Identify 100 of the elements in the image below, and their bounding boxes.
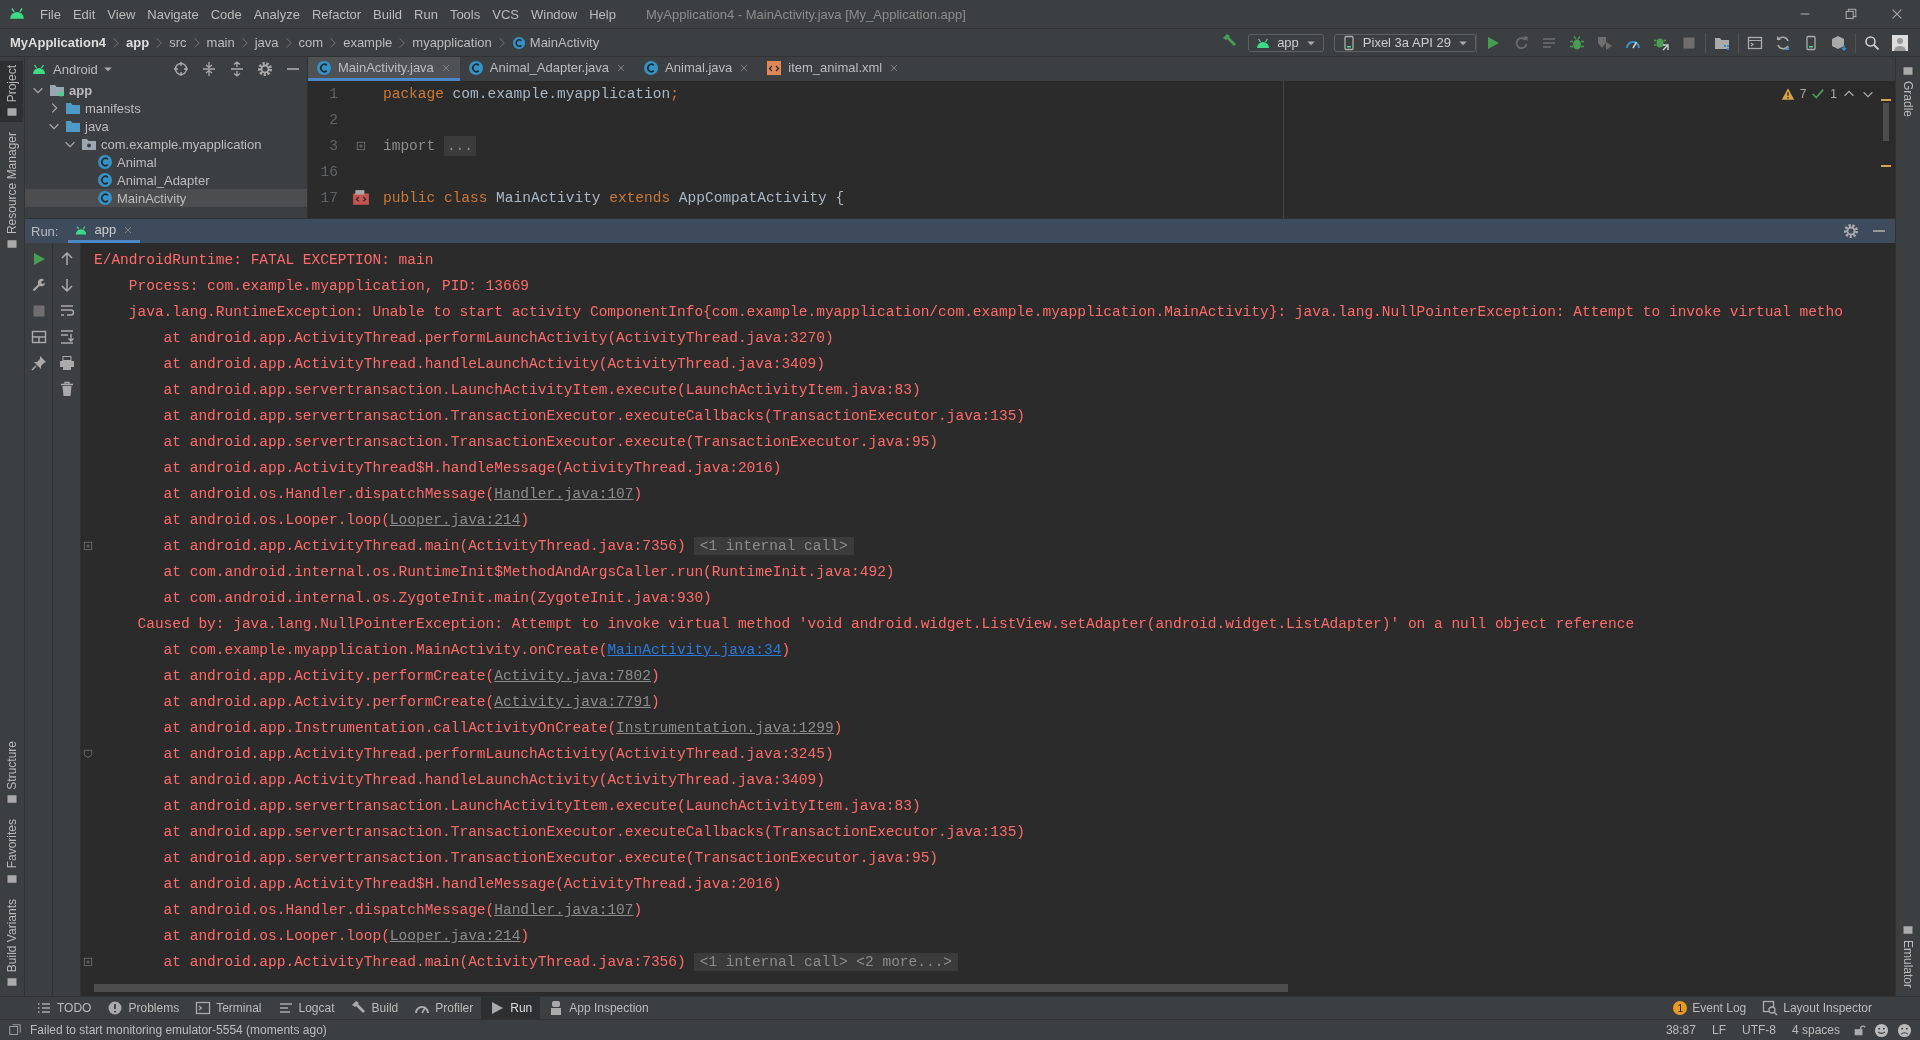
- editor-tab[interactable]: Animal.java: [635, 57, 759, 81]
- pin-icon[interactable]: [30, 355, 47, 371]
- run-config-dropdown[interactable]: app: [1248, 33, 1324, 52]
- menu-item[interactable]: Analyze: [247, 4, 306, 24]
- breadcrumb[interactable]: myapplication: [412, 35, 492, 50]
- trash-icon[interactable]: [58, 381, 75, 397]
- fold-icon[interactable]: [81, 956, 94, 968]
- tool-window-tab[interactable]: Build: [342, 997, 407, 1019]
- bug-icon[interactable]: [1569, 34, 1585, 51]
- menu-item[interactable]: Build: [367, 4, 408, 24]
- expand-all-icon[interactable]: [201, 61, 217, 77]
- breadcrumb[interactable]: app: [126, 35, 150, 50]
- cube-icon[interactable]: [1831, 34, 1847, 51]
- fold-icon[interactable]: [81, 748, 94, 760]
- printer-icon[interactable]: [58, 355, 75, 371]
- settings-icon[interactable]: [257, 61, 273, 77]
- hammer-icon[interactable]: [1222, 33, 1239, 49]
- source-link[interactable]: Looper.java:214: [389, 928, 521, 944]
- status-item[interactable]: 4 spaces: [1787, 1023, 1844, 1037]
- tool-window-tab[interactable]: Run: [481, 997, 541, 1019]
- menu-item[interactable]: Window: [524, 4, 584, 24]
- breadcrumb[interactable]: java: [254, 35, 279, 50]
- tool-window-tab[interactable]: Favorites: [0, 815, 23, 889]
- status-item[interactable]: 38:87: [1661, 1023, 1700, 1037]
- tool-window-tab[interactable]: Layout Inspector: [1754, 997, 1880, 1019]
- breadcrumb[interactable]: example: [343, 35, 393, 50]
- collapse-all-icon[interactable]: [229, 61, 245, 77]
- menu-item[interactable]: VCS: [486, 4, 525, 24]
- warning-count[interactable]: 7: [1799, 87, 1807, 101]
- tool-window-tab[interactable]: Problems: [99, 997, 188, 1019]
- menu-item[interactable]: Code: [204, 4, 248, 24]
- tool-window-tab[interactable]: Terminal: [187, 997, 270, 1019]
- tool-window-tab[interactable]: Gradle: [1896, 61, 1919, 122]
- menu-item[interactable]: Help: [583, 4, 622, 24]
- window-icon[interactable]: [1747, 34, 1763, 51]
- search-icon[interactable]: [1864, 34, 1880, 51]
- tree-item[interactable]: manifests: [25, 99, 307, 117]
- menu-item[interactable]: Tools: [443, 4, 487, 24]
- breadcrumb[interactable]: MyApplication4: [10, 35, 107, 50]
- fold-icon[interactable]: [81, 540, 94, 552]
- folded-calls[interactable]: <1 internal call>: [693, 537, 854, 555]
- smiley-icon[interactable]: [1874, 1022, 1889, 1038]
- source-link[interactable]: MainActivity.java:34: [607, 642, 782, 658]
- tree-item[interactable]: Animal: [25, 153, 307, 171]
- passed-count[interactable]: 1: [1830, 87, 1837, 101]
- tree-item[interactable]: com.example.myapplication: [25, 135, 307, 153]
- tree-item[interactable]: java: [25, 117, 307, 135]
- tool-window-tab[interactable]: Structure: [0, 736, 23, 810]
- tree-item[interactable]: MainActivity: [25, 189, 307, 207]
- crosshair-icon[interactable]: [173, 61, 189, 77]
- phone-icon[interactable]: [1803, 34, 1819, 51]
- menu-item[interactable]: Edit: [66, 4, 102, 24]
- tree-item[interactable]: app: [25, 81, 307, 99]
- menu-item[interactable]: View: [101, 4, 142, 24]
- warning-marker[interactable]: [1881, 99, 1891, 101]
- sync-icon[interactable]: [1775, 34, 1791, 51]
- breadcrumb[interactable]: com: [298, 35, 324, 50]
- sad-face-icon[interactable]: [1897, 1022, 1912, 1038]
- lock-icon[interactable]: [1852, 1023, 1866, 1037]
- scrollbar[interactable]: [94, 984, 1288, 992]
- tool-windows-icon[interactable]: [8, 1023, 22, 1037]
- source-link[interactable]: Activity.java:7802: [494, 668, 651, 684]
- status-item[interactable]: UTF-8: [1737, 1023, 1780, 1037]
- scroll-to-end-icon[interactable]: [58, 329, 75, 345]
- warning-marker[interactable]: [1881, 165, 1891, 167]
- arrow-down-icon[interactable]: [58, 277, 75, 293]
- source-link[interactable]: Handler.java:107: [494, 902, 634, 918]
- tool-window-tab[interactable]: Project: [0, 61, 23, 123]
- avatar-icon[interactable]: [1892, 34, 1908, 51]
- menu-item[interactable]: File: [34, 4, 67, 24]
- tool-window-tab[interactable]: Resource Manager: [0, 128, 23, 255]
- tool-window-tab[interactable]: App Inspection: [540, 997, 657, 1019]
- source-link[interactable]: Handler.java:107: [494, 486, 634, 502]
- menu-item[interactable]: Refactor: [305, 4, 368, 24]
- view-selector[interactable]: Android: [53, 61, 114, 77]
- tool-window-tab[interactable]: TODO: [28, 997, 100, 1019]
- breadcrumb[interactable]: src: [169, 35, 187, 50]
- scrollbar[interactable]: [1883, 103, 1889, 141]
- restore-window-icon[interactable]: [1844, 7, 1858, 21]
- source-link[interactable]: Activity.java:7791: [494, 694, 651, 710]
- tool-window-tab[interactable]: Emulator: [1896, 919, 1919, 992]
- layout-icon[interactable]: [30, 329, 47, 345]
- folded-calls[interactable]: <1 internal call> <2 more...>: [693, 953, 959, 971]
- source-link[interactable]: Instrumentation.java:1299: [616, 720, 834, 736]
- tool-window-tab[interactable]: 1 Event Log: [1665, 997, 1755, 1019]
- source-link[interactable]: Looper.java:214: [389, 512, 521, 528]
- settings-icon[interactable]: [1843, 223, 1859, 239]
- status-message[interactable]: Failed to start monitoring emulator-5554 (moments ago): [30, 1023, 327, 1037]
- soft-wrap-icon[interactable]: [58, 303, 75, 319]
- editor-tab[interactable]: item_animal.xml: [758, 57, 909, 81]
- menu-item[interactable]: Run: [408, 4, 444, 24]
- tool-window-tab[interactable]: Logcat: [269, 997, 343, 1019]
- editor-tab[interactable]: MainActivity.java: [308, 57, 460, 81]
- menu-item[interactable]: Navigate: [141, 4, 205, 24]
- wrench-icon[interactable]: [30, 277, 47, 293]
- tool-window-tab[interactable]: Profiler: [406, 997, 482, 1019]
- tool-window-tab[interactable]: Build Variants: [0, 894, 23, 992]
- breadcrumb[interactable]: main: [206, 35, 235, 50]
- fold-icon[interactable]: [354, 140, 367, 152]
- status-item[interactable]: LF: [1707, 1023, 1730, 1037]
